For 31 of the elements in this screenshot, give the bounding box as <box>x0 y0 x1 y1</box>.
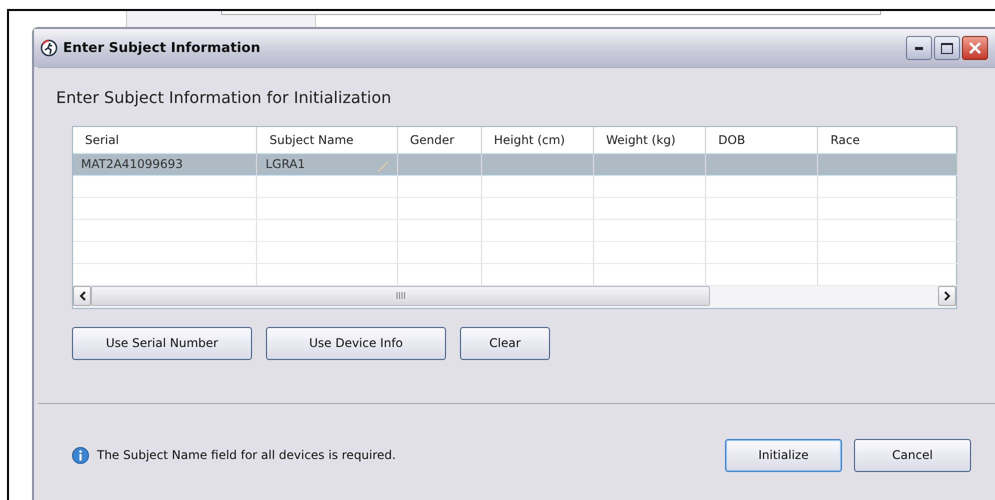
scroll-left-button[interactable] <box>73 286 91 306</box>
selected-row[interactable]: MAT2A41099693 LGRA1 <box>73 153 958 175</box>
scrollbar-thumb[interactable] <box>91 286 710 306</box>
validation-message: The Subject Name field for all devices is required. <box>97 447 396 464</box>
grip-icon <box>396 292 405 299</box>
action-button[interactable]: Use Serial Number <box>72 326 252 360</box>
window-title: Enter Subject Information <box>63 38 260 58</box>
horizontal-scrollbar[interactable] <box>73 286 956 308</box>
table-row[interactable] <box>73 241 958 263</box>
table-row[interactable] <box>73 175 958 197</box>
close-icon <box>969 42 981 54</box>
table-row[interactable] <box>73 219 958 241</box>
close-button[interactable] <box>962 36 988 60</box>
info-icon <box>72 446 89 464</box>
minimize-icon <box>915 46 923 50</box>
table-row[interactable] <box>73 197 958 219</box>
action-button[interactable]: Clear <box>460 326 550 360</box>
maximize-button[interactable] <box>934 36 960 60</box>
minimize-button[interactable] <box>906 36 932 60</box>
runner-icon <box>40 39 58 57</box>
chevron-left-icon <box>78 290 86 300</box>
pencil-icon <box>374 158 389 172</box>
maximize-icon <box>941 42 953 54</box>
dialog-heading: Enter Subject Information for Initialization <box>56 87 392 109</box>
action-button[interactable]: Use Device Info <box>266 326 446 360</box>
dialog-button[interactable]: Cancel <box>854 438 971 472</box>
serial-number: MAT2A41099693 <box>81 157 183 171</box>
subject-name: LGRA1 <box>265 157 306 171</box>
dialog-button[interactable]: Initialize <box>725 438 842 472</box>
scroll-right-button[interactable] <box>938 286 956 306</box>
chevron-right-icon <box>944 290 950 300</box>
